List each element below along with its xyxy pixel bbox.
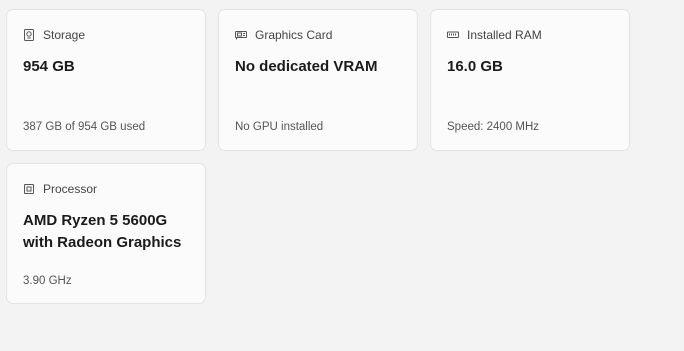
system-specs-page: { "cards": { "storage": { "title": "Stor… [0,0,684,351]
graphics-card-detail: No GPU installed [235,121,324,133]
processor-title: Processor [43,182,98,196]
storage-title: Storage [43,28,86,42]
ram-card: Installed RAM 16.0 GB Speed: 2400 MHz [430,9,630,151]
processor-value: AMD Ryzen 5 5600G with Radeon Graphics [23,212,182,251]
storage-value: 954 GB [23,58,75,75]
storage-card-header: Storage [23,28,85,42]
processor-detail: 3.90 GHz [23,275,72,287]
graphics-card-icon [235,29,247,41]
graphics-card-value: No dedicated VRAM [235,58,378,75]
ram-title: Installed RAM [467,28,542,42]
processor-card-header: Processor [23,182,97,196]
graphics-card-header: Graphics Card [235,28,332,42]
ram-card-header: Installed RAM [447,28,542,42]
graphics-card-title: Graphics Card [255,28,333,42]
ram-detail: Speed: 2400 MHz [447,121,540,133]
graphics-card-card: Graphics Card No dedicated VRAM No GPU i… [218,9,418,151]
storage-detail: 387 GB of 954 GB used [23,121,146,133]
storage-card: Storage 954 GB 387 GB of 954 GB used [6,9,206,151]
processor-card: Processor AMD Ryzen 5 5600G with Radeon … [6,163,206,304]
ram-value: 16.0 GB [447,58,503,75]
ram-icon [447,29,459,41]
storage-icon [23,29,35,41]
processor-icon [23,183,35,195]
